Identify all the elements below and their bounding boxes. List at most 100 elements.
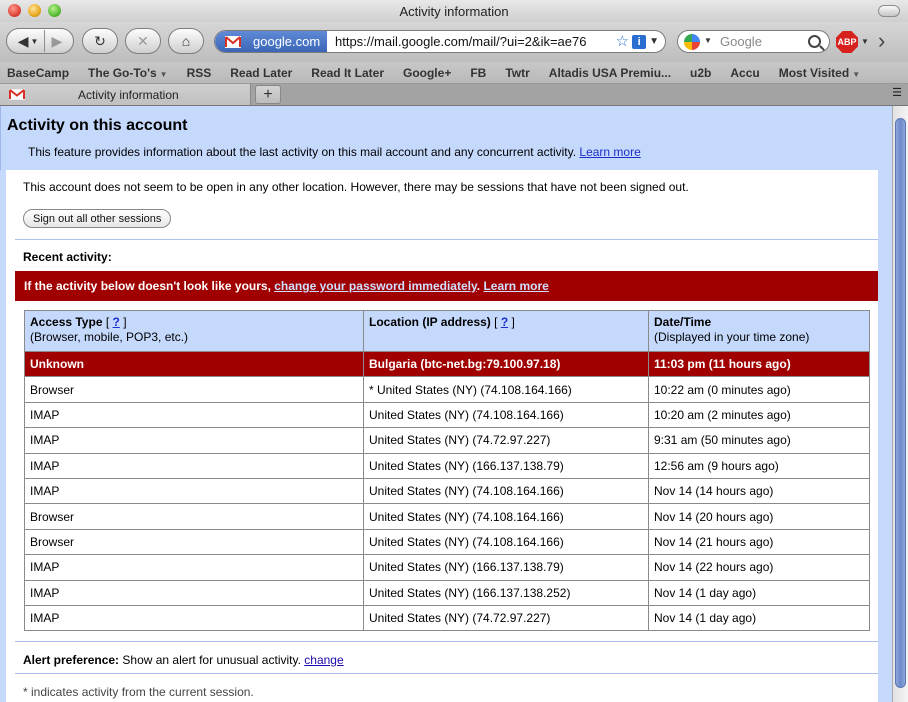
google-logo-icon[interactable] [684, 34, 700, 50]
cell-type: IMAP [24, 452, 364, 479]
gmail-icon [225, 35, 241, 48]
table-row: Browser United States (NY) (74.108.164.16… [24, 528, 870, 556]
cell-type: Browser [24, 528, 364, 556]
bookmark-item[interactable]: RSS [187, 66, 212, 80]
location-title: Location (IP address) [369, 315, 491, 329]
change-password-link[interactable]: change your password immediately [274, 279, 477, 293]
bookmark-item[interactable]: Google+ [403, 66, 451, 80]
table-row: IMAP United States (NY) (166.137.138.252)… [24, 579, 870, 606]
table-row: IMAP United States (NY) (74.72.97.227) 9:3… [24, 427, 870, 454]
location-help-link[interactable]: ? [501, 315, 508, 329]
address-bar[interactable]: google.com https://mail.google.com/mail/… [214, 30, 666, 53]
sign-out-other-sessions-button[interactable]: Sign out all other sessions [23, 209, 172, 228]
scrollbar-thumb[interactable] [895, 118, 906, 688]
cell-location: United States (NY) (74.72.97.227) [363, 604, 649, 632]
bookmark-item[interactable]: u2b [690, 66, 711, 80]
cell-type: IMAP [24, 604, 364, 632]
cell-time: 12:56 am (9 hours ago) [648, 452, 870, 479]
cell-time: Nov 14 (1 day ago) [648, 579, 870, 606]
cell-location: United States (NY) (74.108.164.166) [363, 503, 649, 530]
session-notice: This account does not seem to be open in… [23, 180, 689, 194]
toolbar-toggle-button[interactable] [878, 5, 900, 17]
tab-bar: Activity information + ☰ [0, 84, 908, 106]
cell-time: 10:22 am (0 minutes ago) [648, 376, 870, 403]
cell-type: Browser [24, 503, 364, 530]
adblock-plus-icon[interactable]: ABP [836, 31, 858, 53]
reload-icon: ↻ [94, 32, 106, 49]
cell-location: Bulgaria (btc-net.bg:79.100.97.18) [363, 350, 649, 378]
gmail-favicon-icon [9, 89, 25, 100]
warning-text: If the activity below doesn't look like … [24, 279, 275, 293]
new-tab-button[interactable]: + [255, 85, 281, 104]
cell-time: 10:20 am (2 minutes ago) [648, 401, 870, 429]
page-description: This feature provides information about … [28, 145, 641, 159]
cell-location: United States (NY) (74.108.164.166) [363, 477, 649, 505]
bookmark-item[interactable]: BaseCamp [7, 66, 69, 80]
change-alert-link[interactable]: change [304, 653, 343, 667]
page-header: Activity on this account This feature pr… [0, 106, 892, 170]
home-button[interactable]: ⌂ [168, 28, 204, 54]
table-row: IMAP United States (NY) (74.72.97.227) Nov… [24, 604, 870, 632]
chevron-down-icon: ▼ [159, 69, 168, 79]
search-engine-dropdown-icon[interactable]: ▼ [704, 36, 712, 45]
bookmark-item[interactable]: Altadis USA Premiu... [549, 66, 671, 80]
search-placeholder[interactable]: Google [720, 34, 762, 49]
cell-type: Browser [24, 376, 364, 403]
window-title: Activity information [399, 4, 509, 19]
bookmark-label: The Go-To's [88, 65, 157, 80]
toolbar-overflow-icon[interactable]: › [878, 28, 885, 54]
search-icon[interactable] [808, 35, 821, 48]
table-row: Browser * United States (NY) (74.108.164.… [24, 376, 870, 403]
bookmark-item[interactable]: FB [470, 66, 486, 80]
bookmark-item[interactable]: Most Visited ▼ [779, 66, 860, 80]
bookmark-star-icon[interactable]: ☆ [616, 34, 629, 49]
url-dropdown-icon[interactable]: ▼ [649, 36, 659, 47]
bookmark-item[interactable]: The Go-To's ▼ [88, 66, 168, 80]
tab-activity-information[interactable]: Activity information [0, 84, 251, 105]
adblock-dropdown-icon[interactable]: ▼ [861, 37, 869, 46]
info-icon[interactable]: i [632, 34, 647, 49]
cell-location: United States (NY) (74.72.97.227) [363, 427, 649, 454]
bookmark-label: Read It Later [311, 65, 384, 80]
cell-time: 11:03 pm (11 hours ago) [648, 350, 870, 378]
bookmark-label: Altadis USA Premiu... [548, 65, 672, 80]
security-warning-banner: If the activity below doesn't look like … [15, 271, 878, 301]
page-content: Activity on this account This feature pr… [0, 106, 892, 702]
cell-location: United States (NY) (166.137.138.252) [363, 579, 649, 606]
url-text[interactable]: https://mail.google.com/mail/?ui=2&ik=ae… [335, 34, 586, 49]
bookmark-item[interactable]: Read Later [230, 66, 292, 80]
cell-type: Unknown [24, 350, 364, 378]
access-type-title: Access Type [30, 315, 103, 329]
recent-activity-label: Recent activity: [23, 250, 112, 264]
bookmark-label: Read Later [230, 65, 293, 80]
site-identity-button[interactable]: google.com [215, 31, 327, 52]
back-icon[interactable]: ◀ [18, 33, 29, 50]
warning-learn-more-link[interactable]: Learn more [483, 279, 548, 293]
footnote: * indicates activity from the current se… [23, 685, 254, 699]
vertical-scrollbar[interactable] [892, 106, 908, 702]
cell-time: Nov 14 (21 hours ago) [648, 528, 870, 556]
cell-location: United States (NY) (166.137.138.79) [363, 452, 649, 479]
alert-preference-text: Show an alert for unusual activity. [122, 653, 301, 667]
bookmark-item[interactable]: Read It Later [311, 66, 384, 80]
tab-title: Activity information [78, 88, 179, 102]
cell-type: IMAP [24, 579, 364, 606]
bookmark-item[interactable]: Accu [730, 66, 759, 80]
alert-preference: Alert preference: Show an alert for unus… [23, 653, 344, 667]
forward-icon[interactable]: ▶ [51, 33, 62, 50]
learn-more-link[interactable]: Learn more [579, 145, 640, 159]
reload-button[interactable]: ↻ [82, 28, 118, 54]
bookmark-label: Twtr [505, 65, 530, 80]
search-box[interactable]: ▼ Google [677, 30, 830, 53]
tab-list-menu-icon[interactable]: ☰ [888, 86, 906, 102]
location-header: Location (IP address) [ ? ] [363, 310, 649, 352]
stop-button[interactable]: ✕ [125, 28, 161, 54]
cell-time: 9:31 am (50 minutes ago) [648, 427, 870, 454]
access-type-subtitle: (Browser, mobile, POP3, etc.) [30, 330, 189, 344]
chevron-down-icon: ▼ [852, 69, 861, 79]
table-row: IMAP United States (NY) (166.137.138.79) N… [24, 554, 870, 581]
site-domain: google.com [253, 34, 321, 49]
bookmark-item[interactable]: Twtr [505, 66, 529, 80]
back-dropdown-icon[interactable]: ▼ [31, 37, 39, 46]
access-type-help-link[interactable]: ? [113, 315, 120, 329]
